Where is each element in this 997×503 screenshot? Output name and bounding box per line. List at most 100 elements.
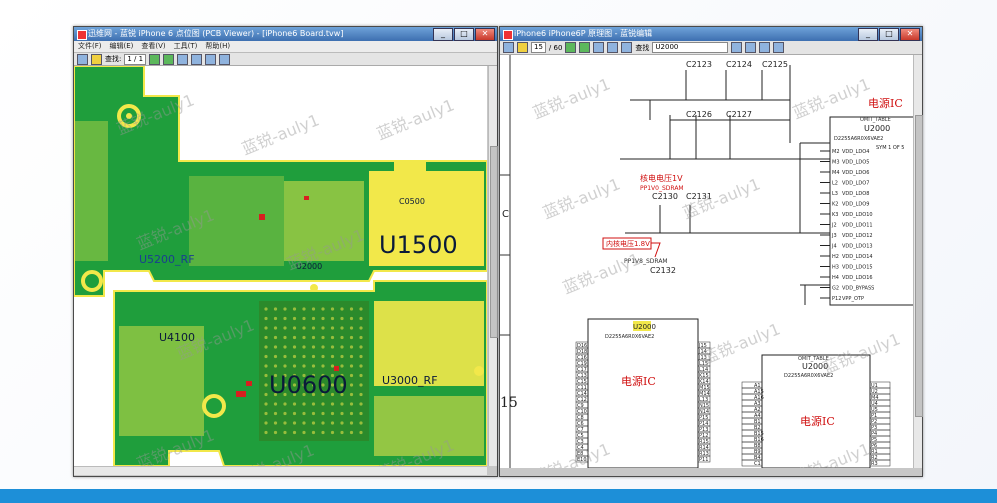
pin-name: VDD_LDO12	[842, 233, 873, 239]
page-number-marker: 15	[500, 395, 518, 411]
cap-c2132: C2132	[650, 266, 676, 275]
zoom-in-icon[interactable]	[745, 42, 757, 53]
menu-view[interactable]: 查看(V)	[141, 41, 165, 52]
schematic-viewer-titlebar[interactable]: iPhone6 iPhone6P 原理图 - 蓝锐编辑 _ □ ✕	[500, 27, 922, 41]
bga-pad	[311, 307, 316, 311]
pcb-window-title: 迅维网 - 蓝锐 iPhone 6 点位图 (PCB Viewer) - [iP…	[88, 29, 344, 38]
bga-pad	[302, 326, 306, 330]
bga-pad	[349, 307, 354, 311]
bga-pad	[340, 307, 344, 311]
bga-pad	[359, 345, 363, 349]
bga-pad	[283, 430, 287, 435]
first-page-icon[interactable]	[593, 42, 605, 53]
bga-pad	[292, 421, 297, 425]
search-icon[interactable]	[731, 42, 743, 53]
bga-pad	[340, 411, 344, 416]
bga-pad	[321, 326, 325, 330]
bga-pad	[359, 402, 363, 406]
bga-pad	[349, 335, 354, 340]
bga-pad	[330, 316, 335, 321]
bga-pad	[273, 316, 278, 321]
schematic-vscroll-thumb[interactable]	[915, 115, 923, 417]
bga-pad	[273, 326, 278, 330]
bga-pad	[330, 430, 335, 435]
bga-pad	[349, 402, 354, 406]
last-page-icon[interactable]	[607, 42, 619, 53]
u2000-table: OMIT_TABLE	[860, 117, 891, 123]
pin-name: VDD_LDO16	[842, 275, 873, 281]
prev-page-icon[interactable]	[565, 42, 577, 53]
rotate-icon[interactable]	[621, 42, 633, 53]
prev-icon[interactable]	[149, 53, 161, 65]
bga-pad	[311, 354, 316, 359]
schematic-canvas[interactable]: C 15 C2123 C2124 C2125 C2126 C2127 C2130…	[500, 55, 914, 468]
pcb-vertical-scrollbar[interactable]	[488, 66, 498, 466]
next-page-icon[interactable]	[579, 42, 591, 53]
pcb-menubar: 文件(F) 编辑(E) 查看(V) 工具(T) 帮助(H)	[74, 41, 497, 53]
maximize-button[interactable]: □	[454, 28, 474, 41]
bga-pad	[292, 364, 297, 368]
bga-pad	[349, 411, 354, 416]
bga-pad	[302, 364, 306, 368]
bga-pad	[292, 354, 297, 359]
close-button[interactable]: ✕	[900, 28, 920, 41]
page-view-icon[interactable]	[773, 42, 785, 53]
bga-pad	[349, 326, 354, 330]
bga-pad	[359, 430, 363, 435]
minimize-button[interactable]: _	[858, 28, 878, 41]
search-input[interactable]: U2000	[652, 42, 729, 53]
label-vdd-net: PP1V0_SDRAM	[640, 185, 684, 192]
print-icon[interactable]	[219, 53, 231, 65]
pin-code: M2	[832, 149, 840, 155]
menu-help[interactable]: 帮助(H)	[205, 41, 230, 52]
bga-pad	[359, 354, 363, 359]
next-icon[interactable]	[163, 53, 175, 65]
pcb-canvas[interactable]: U5200_RF U1500 U2000 C0500 U4100 U0600 U…	[74, 66, 487, 466]
label-power-ic-top: 电源IC	[868, 96, 903, 110]
pcb-horizontal-scrollbar[interactable]	[74, 466, 487, 475]
cap-c2126: C2126	[686, 110, 712, 119]
bga-pad	[292, 335, 297, 340]
pcb-viewer-window: 迅维网 - 蓝锐 iPhone 6 点位图 (PCB Viewer) - [iP…	[73, 26, 498, 477]
minimize-button[interactable]: _	[433, 28, 453, 41]
menu-tools[interactable]: 工具(T)	[174, 41, 198, 52]
bga-pad	[302, 335, 306, 340]
bga-pad	[292, 316, 297, 321]
bga-pad	[302, 430, 306, 435]
bga-pad	[292, 411, 297, 416]
label-c0500: C0500	[399, 197, 425, 206]
open-icon[interactable]	[77, 53, 88, 65]
schematic-window-title: iPhone6 iPhone6P 原理图 - 蓝锐编辑	[514, 29, 653, 38]
fit-icon[interactable]	[205, 53, 217, 65]
schematic-vertical-scrollbar[interactable]	[913, 55, 923, 468]
bookmark-icon[interactable]	[503, 42, 514, 53]
page-current-input[interactable]: 15	[531, 42, 546, 53]
bga-pad	[321, 430, 325, 435]
menu-edit[interactable]: 编辑(E)	[110, 41, 134, 52]
pcb-page-input[interactable]: 1 / 1	[124, 53, 147, 65]
bga-pad	[283, 316, 287, 321]
zoom-in-icon[interactable]	[177, 53, 189, 65]
close-button[interactable]: ✕	[475, 28, 495, 41]
zoom-out-icon[interactable]	[759, 42, 771, 53]
zoom-out-icon[interactable]	[191, 53, 203, 65]
pin-name: VDD_LDO15	[842, 265, 873, 271]
bga-pad	[349, 430, 354, 435]
schematic-viewer-window: iPhone6 iPhone6P 原理图 - 蓝锐编辑 _ □ ✕ 15 / 6…	[499, 26, 923, 477]
bga-pad	[292, 430, 297, 435]
pin-code: K3	[832, 212, 838, 218]
bga-pad	[273, 421, 278, 425]
pcb-viewer-titlebar[interactable]: 迅维网 - 蓝锐 iPhone 6 点位图 (PCB Viewer) - [iP…	[74, 27, 497, 41]
maximize-button[interactable]: □	[879, 28, 899, 41]
pcb-vscroll-thumb[interactable]	[490, 146, 498, 338]
bga-pad	[273, 430, 278, 435]
star-icon[interactable]	[91, 53, 102, 65]
cap-c2127: C2127	[726, 110, 752, 119]
star-icon[interactable]	[517, 42, 528, 53]
label-power-ic-left: 电源IC	[621, 374, 656, 388]
bga-pad	[321, 411, 325, 416]
pin-code: L3	[832, 191, 838, 197]
bga-pad	[321, 402, 325, 406]
menu-file[interactable]: 文件(F)	[78, 41, 102, 52]
bga-pad	[264, 373, 268, 378]
